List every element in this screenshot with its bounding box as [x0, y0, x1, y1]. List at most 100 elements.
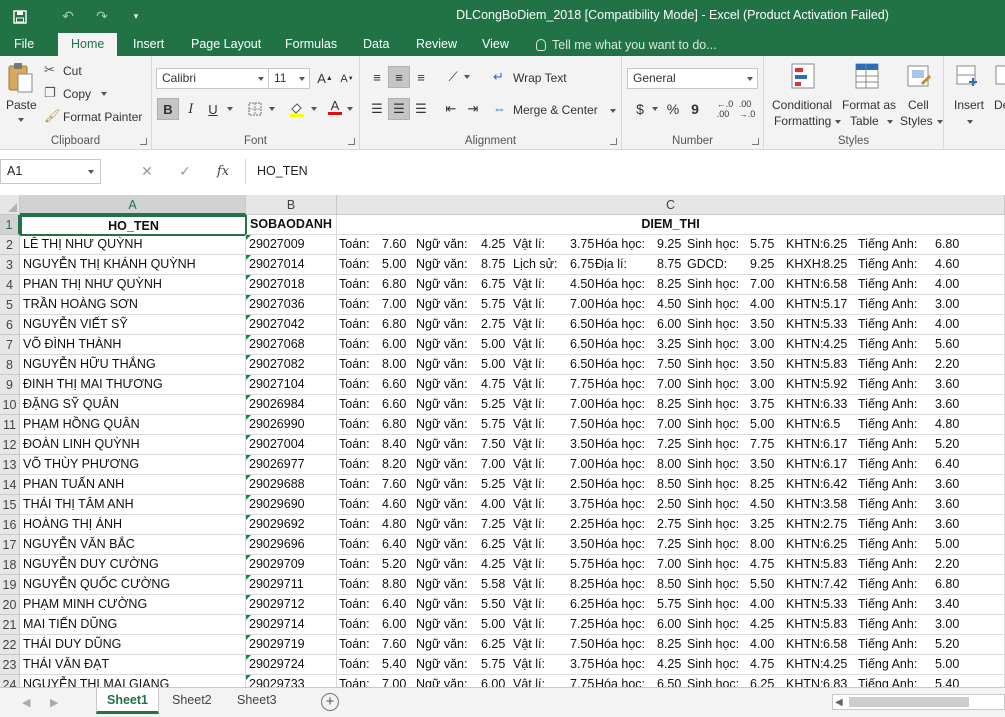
name-cell[interactable]: VÕ ĐÌNH THÀNH [20, 335, 246, 355]
number-format-select[interactable]: General [627, 68, 758, 89]
enter-icon[interactable]: ✓ [166, 163, 204, 180]
orientation-icon[interactable]: ⟋ [442, 66, 464, 88]
scores-cell[interactable]: Toán: 4.80 Ngữ văn: 7.25 Vật lí: 2.25 Hóa học:… [337, 515, 1005, 535]
row-header[interactable]: 9 [0, 375, 20, 395]
row-header[interactable]: 11 [0, 415, 20, 435]
sbd-cell[interactable]: 29027042 [246, 315, 337, 335]
sbd-cell[interactable]: 29029724 [246, 655, 337, 675]
align-top-icon[interactable]: ≡ [366, 66, 388, 88]
name-cell[interactable]: NGUYỄN VIẾT SỸ [20, 315, 246, 335]
formula-input[interactable]: HO_TEN [245, 159, 1005, 184]
column-header-b[interactable]: B [246, 195, 337, 215]
sbd-cell[interactable]: 29026990 [246, 415, 337, 435]
row-header[interactable]: 24 [0, 675, 20, 687]
tab-home[interactable]: Home [58, 33, 118, 57]
name-cell[interactable]: NGUYỄN QUỐC CƯỜNG [20, 575, 246, 595]
tab-insert[interactable]: Insert [125, 33, 172, 56]
merge-center-button[interactable]: ⇔ Merge & Center [493, 100, 619, 120]
name-cell[interactable]: PHAN THỊ NHƯ QUỲNH [20, 275, 246, 295]
sbd-cell[interactable]: 29027014 [246, 255, 337, 275]
scores-cell[interactable]: Toán: 6.60 Ngữ văn: 5.25 Vật lí: 7.00 Hóa học:… [337, 395, 1005, 415]
cancel-icon[interactable]: ✕ [128, 163, 166, 180]
align-center-icon[interactable]: ☰ [388, 98, 410, 120]
format-as-table-button[interactable]: Format as Table [840, 62, 898, 132]
horizontal-scrollbar[interactable]: ◀ [832, 694, 1005, 710]
clipboard-launcher-icon[interactable] [140, 138, 147, 145]
sbd-cell[interactable]: 29029688 [246, 475, 337, 495]
decrease-decimal-icon[interactable]: .00 →.0 [736, 98, 758, 120]
comma-button[interactable]: 9 [684, 98, 706, 120]
sbd-cell[interactable]: 29027036 [246, 295, 337, 315]
align-right-icon[interactable]: ☰ [410, 98, 432, 120]
font-size-select[interactable]: 11 [268, 68, 310, 89]
insert-function-icon[interactable]: fx [204, 164, 242, 179]
row-header[interactable]: 6 [0, 315, 20, 335]
select-all-button[interactable] [0, 195, 20, 215]
scores-cell[interactable]: Toán: 8.20 Ngữ văn: 7.00 Vật lí: 7.00 Hóa học:… [337, 455, 1005, 475]
shrink-font-icon[interactable]: A ▼ [336, 68, 358, 90]
tab-view[interactable]: View [474, 33, 517, 56]
name-cell[interactable]: THÁI THỊ TÂM ANH [20, 495, 246, 515]
next-sheet-icon[interactable]: ▶ [50, 696, 58, 709]
scores-cell[interactable]: Toán: 4.60 Ngữ văn: 4.00 Vật lí: 3.75 Hóa học:… [337, 495, 1005, 515]
cell-c1[interactable]: DIEM_THI [337, 215, 1005, 235]
orientation-dropdown-icon[interactable] [464, 75, 470, 79]
alignment-launcher-icon[interactable] [610, 138, 617, 145]
underline-dropdown-icon[interactable] [227, 107, 233, 111]
cell-a1[interactable]: HO_TEN [20, 215, 247, 236]
name-cell[interactable]: ĐOÀN LINH QUỲNH [20, 435, 246, 455]
number-launcher-icon[interactable] [752, 138, 759, 145]
sbd-cell[interactable]: 29029733 [246, 675, 337, 687]
sheet-tab-3[interactable]: Sheet3 [227, 688, 287, 714]
fill-color-icon[interactable] [286, 98, 308, 120]
row-header[interactable]: 12 [0, 435, 20, 455]
name-cell[interactable]: NGUYỄN HỮU THẮNG [20, 355, 246, 375]
format-painter-button[interactable]: 🖌 Format Painter [44, 108, 150, 126]
row-header[interactable]: 16 [0, 515, 20, 535]
row-header[interactable]: 20 [0, 595, 20, 615]
row-header[interactable]: 10 [0, 395, 20, 415]
name-cell[interactable]: THÁI DUY DŨNG [20, 635, 246, 655]
sheet-tab-2[interactable]: Sheet2 [162, 688, 222, 714]
borders-icon[interactable] [244, 98, 266, 120]
row-header[interactable]: 1 [0, 215, 20, 235]
scores-cell[interactable]: Toán: 6.80 Ngữ văn: 6.75 Vật lí: 4.50 Hóa học:… [337, 275, 1005, 295]
align-bottom-icon[interactable]: ≡ [410, 66, 432, 88]
scores-cell[interactable]: Toán: 6.80 Ngữ văn: 2.75 Vật lí: 6.50 Hóa học:… [337, 315, 1005, 335]
scroll-left-icon[interactable]: ◀ [835, 697, 843, 708]
underline-button[interactable]: U [202, 98, 224, 120]
cut-button[interactable]: ✂ Cut [44, 62, 104, 80]
scores-cell[interactable]: Toán: 7.60 Ngữ văn: 4.25 Vật lí: 3.75 Hóa học:… [337, 235, 1005, 255]
fill-color-dropdown-icon[interactable] [311, 107, 317, 111]
italic-button[interactable]: I [180, 98, 202, 120]
tab-formulas[interactable]: Formulas [277, 33, 345, 56]
grow-font-icon[interactable]: A ▲ [314, 67, 336, 89]
row-header[interactable]: 17 [0, 535, 20, 555]
sbd-cell[interactable]: 29029692 [246, 515, 337, 535]
scores-cell[interactable]: Toán: 6.60 Ngữ văn: 4.75 Vật lí: 7.75 Hóa học:… [337, 375, 1005, 395]
prev-sheet-icon[interactable]: ◀ [22, 696, 30, 709]
sbd-cell[interactable]: 29027009 [246, 235, 337, 255]
sbd-cell[interactable]: 29029690 [246, 495, 337, 515]
scores-cell[interactable]: Toán: 5.20 Ngữ văn: 4.25 Vật lí: 5.75 Hóa học:… [337, 555, 1005, 575]
copy-button[interactable]: ❐ Copy [44, 85, 114, 103]
currency-button[interactable]: $ [629, 98, 651, 120]
scores-cell[interactable]: Toán: 6.00 Ngữ văn: 5.00 Vật lí: 6.50 Hóa học:… [337, 335, 1005, 355]
currency-dropdown-icon[interactable] [652, 107, 658, 111]
row-header[interactable]: 23 [0, 655, 20, 675]
add-sheet-icon[interactable]: + [321, 693, 339, 711]
name-cell[interactable]: HOÀNG THỊ ÁNH [20, 515, 246, 535]
name-cell[interactable]: MAI TIẾN DŨNG [20, 615, 246, 635]
name-cell[interactable]: VÕ THÙY PHƯƠNG [20, 455, 246, 475]
align-middle-icon[interactable]: ≡ [388, 66, 410, 88]
font-color-icon[interactable]: A [324, 96, 346, 118]
row-header[interactable]: 3 [0, 255, 20, 275]
cell-b1[interactable]: SOBAODANH [246, 215, 337, 235]
row-header[interactable]: 19 [0, 575, 20, 595]
row-header[interactable]: 13 [0, 455, 20, 475]
scores-cell[interactable]: Toán: 7.60 Ngữ văn: 6.25 Vật lí: 7.50 Hóa học:… [337, 635, 1005, 655]
scores-cell[interactable]: Toán: 7.60 Ngữ văn: 5.25 Vật lí: 2.50 Hóa học:… [337, 475, 1005, 495]
tab-review[interactable]: Review [408, 33, 465, 56]
sbd-cell[interactable]: 29027068 [246, 335, 337, 355]
sbd-cell[interactable]: 29027104 [246, 375, 337, 395]
